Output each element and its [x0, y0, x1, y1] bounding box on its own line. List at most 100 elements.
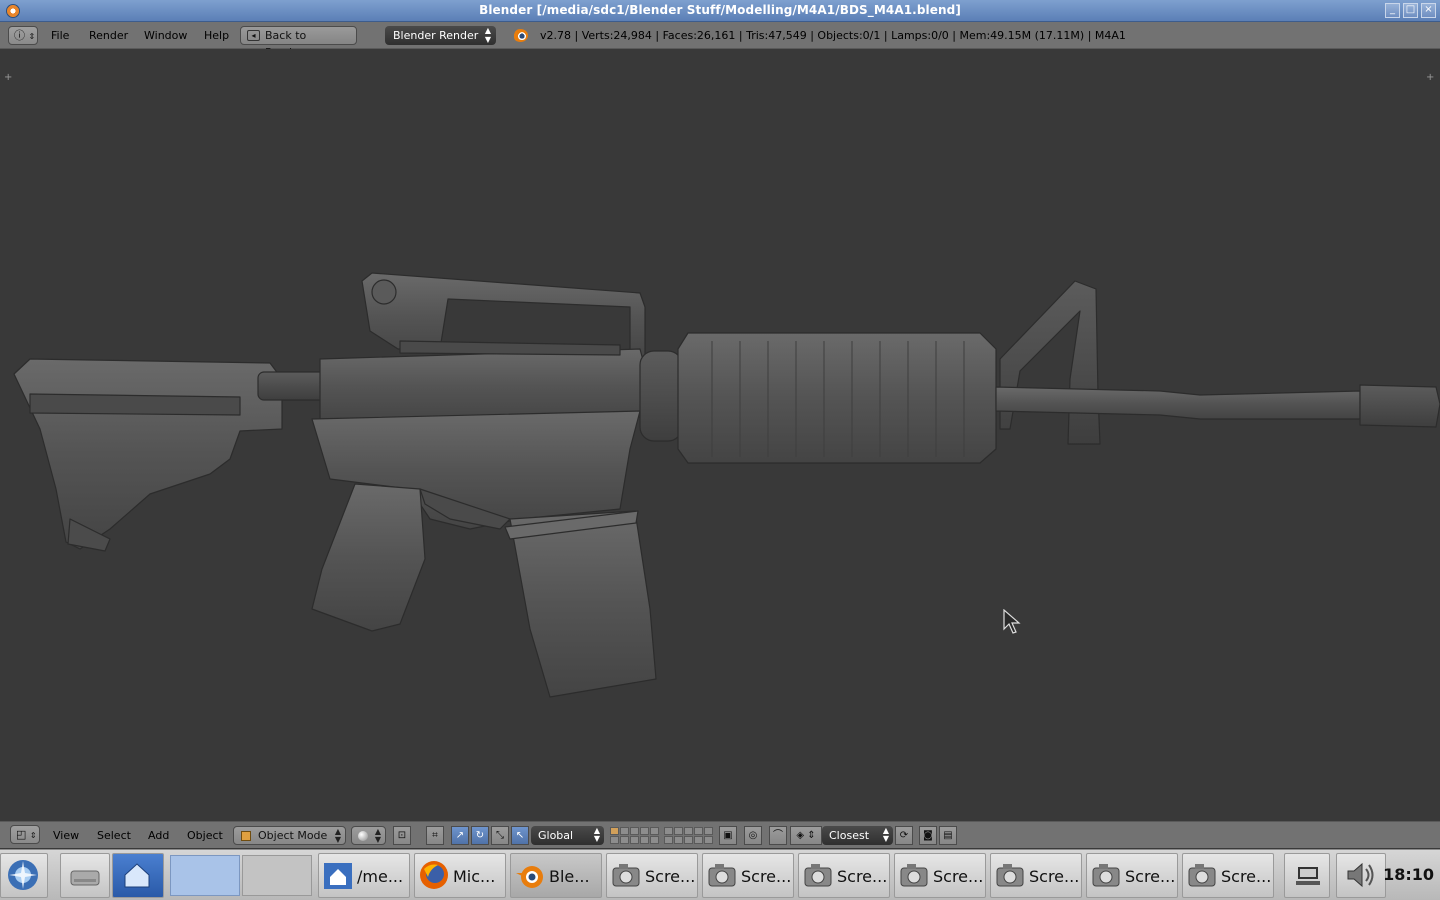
start-menu-button[interactable]: [0, 853, 48, 898]
layer-7[interactable]: [674, 827, 683, 835]
layer-8[interactable]: [684, 827, 693, 835]
pivot-point-button[interactable]: ⊡: [393, 826, 411, 845]
layer-19[interactable]: [694, 836, 703, 844]
layer-12[interactable]: [620, 836, 629, 844]
layer-6[interactable]: [664, 827, 673, 835]
manipulator-toggle-button[interactable]: ⌗: [426, 826, 444, 845]
menu-view[interactable]: View: [53, 829, 79, 842]
editor-type-button-3d[interactable]: ◰ ⇕: [10, 825, 40, 844]
render-engine-value: Blender Render: [393, 29, 479, 42]
taskbar-item-screenshot-2[interactable]: Scre...: [702, 853, 794, 898]
viewport-shading-button[interactable]: ▲ ▼: [351, 826, 386, 845]
taskbar-item-files[interactable]: /me...: [318, 853, 410, 898]
maximize-button[interactable]: □: [1403, 3, 1418, 18]
taskbar-item-label: Scre...: [645, 867, 696, 886]
layer-1[interactable]: [610, 827, 619, 835]
snap-element-button[interactable]: ◈ ⇕: [790, 826, 822, 845]
taskbar-item-screenshot-4[interactable]: Scre...: [894, 853, 986, 898]
layer-5[interactable]: [650, 827, 659, 835]
network-tray[interactable]: [1284, 853, 1330, 898]
opengl-render-image-button[interactable]: ◙: [919, 826, 937, 845]
translate-icon: ↗: [455, 830, 465, 841]
magazine: [509, 510, 657, 698]
rotate-icon: ↻: [475, 830, 485, 841]
interaction-mode-value: Object Mode: [258, 829, 328, 842]
workspace-2[interactable]: [242, 855, 312, 896]
transform-orientation-select[interactable]: Global ▲ ▼: [531, 826, 604, 845]
render-engine-select[interactable]: Blender Render ▲ ▼: [385, 26, 496, 45]
layer-3[interactable]: [630, 827, 639, 835]
layer-17[interactable]: [674, 836, 683, 844]
layer-16[interactable]: [664, 836, 673, 844]
taskbar-item-label: /me...: [357, 867, 404, 886]
taskbar-item-screenshot-1[interactable]: Scre...: [606, 853, 698, 898]
snap-toggle-button[interactable]: ⌒: [769, 826, 787, 845]
dropdown-arrows-icon: ▲ ▼: [593, 826, 600, 843]
view3d-header: ◰ ⇕ View Select Add Object Object Mode ▲…: [0, 821, 1440, 848]
snap-target-value: Closest: [829, 829, 870, 842]
layer-grid-b[interactable]: [664, 827, 713, 844]
layer-10[interactable]: [704, 827, 713, 835]
menu-window[interactable]: Window: [144, 29, 187, 42]
pivot-icon: ⊡: [397, 830, 407, 841]
layer-14[interactable]: [640, 836, 649, 844]
title-bar[interactable]: Blender [/media/sdc1/Blender Stuff/Model…: [0, 0, 1440, 22]
taskbar-item-screenshot-7[interactable]: Scre...: [1182, 853, 1274, 898]
back-to-previous-button[interactable]: ◂ Back to Previous: [240, 26, 357, 59]
mouse-cursor-icon: [1003, 609, 1021, 634]
editor-type-button[interactable]: ⓘ ⇕: [8, 26, 38, 45]
arrow-icon: ↖: [515, 830, 525, 841]
menu-select[interactable]: Select: [97, 829, 131, 842]
snap-target-select[interactable]: Closest ▲ ▼: [822, 826, 893, 845]
layer-13[interactable]: [630, 836, 639, 844]
workspace-1[interactable]: [170, 855, 240, 896]
flash-hider: [1359, 384, 1440, 428]
clock[interactable]: 18:10: [1383, 865, 1434, 884]
taskbar-item-label: Ble...: [549, 867, 590, 886]
barrel: [995, 386, 1361, 420]
close-button[interactable]: ×: [1421, 3, 1436, 18]
layer-9[interactable]: [694, 827, 703, 835]
taskbar-item-blender[interactable]: Ble...: [510, 853, 602, 898]
home-launcher[interactable]: [112, 853, 164, 898]
taskbar-item-screenshot-3[interactable]: Scre...: [798, 853, 890, 898]
layer-18[interactable]: [684, 836, 693, 844]
interaction-mode-select[interactable]: Object Mode ▲ ▼: [233, 826, 346, 845]
layer-2[interactable]: [620, 827, 629, 835]
opengl-render-animation-button[interactable]: ▤: [939, 826, 957, 845]
align-rotation-button[interactable]: ⟳: [895, 826, 913, 845]
volume-tray[interactable]: [1336, 853, 1386, 898]
rifle-model[interactable]: [0, 49, 1440, 821]
layer-grid-a[interactable]: [610, 827, 659, 844]
layer-11[interactable]: [610, 836, 619, 844]
rotate-manipulator-button[interactable]: ↻: [471, 826, 489, 845]
delta-ring: [639, 350, 683, 442]
menu-file[interactable]: File: [51, 29, 69, 42]
home-folder-icon: [124, 863, 150, 888]
taskbar-item-screenshot-5[interactable]: Scre...: [990, 853, 1082, 898]
layer-15[interactable]: [650, 836, 659, 844]
charging-handle: [399, 340, 621, 356]
menu-render[interactable]: Render: [89, 29, 128, 42]
menu-object[interactable]: Object: [187, 829, 223, 842]
layer-4[interactable]: [640, 827, 649, 835]
lock-layers-button[interactable]: ▣: [719, 826, 737, 845]
layer-20[interactable]: [704, 836, 713, 844]
back-arrow-icon: ◂: [247, 30, 260, 41]
dropdown-arrows-icon: ▲ ▼: [334, 827, 341, 844]
menu-add[interactable]: Add: [148, 829, 169, 842]
taskbar-item-screenshot-6[interactable]: Scre...: [1086, 853, 1178, 898]
scale-manipulator-button[interactable]: ⤡: [491, 826, 509, 845]
drive-launcher[interactable]: [60, 853, 110, 898]
translate-manipulator-button[interactable]: ↗: [451, 826, 469, 845]
taskbar-item-firefox[interactable]: Mic...: [414, 853, 506, 898]
object-cube-icon: [241, 831, 251, 841]
solid-shading-icon: [358, 831, 368, 841]
minimize-button[interactable]: _: [1385, 3, 1400, 18]
3d-viewport[interactable]: + +: [0, 49, 1440, 821]
menu-help[interactable]: Help: [204, 29, 229, 42]
proportional-edit-button[interactable]: ◎: [744, 826, 762, 845]
manipulator-mode-button[interactable]: ↖: [511, 826, 529, 845]
view3d-icon: ◰: [16, 828, 27, 841]
transform-orientation-value: Global: [538, 829, 574, 842]
